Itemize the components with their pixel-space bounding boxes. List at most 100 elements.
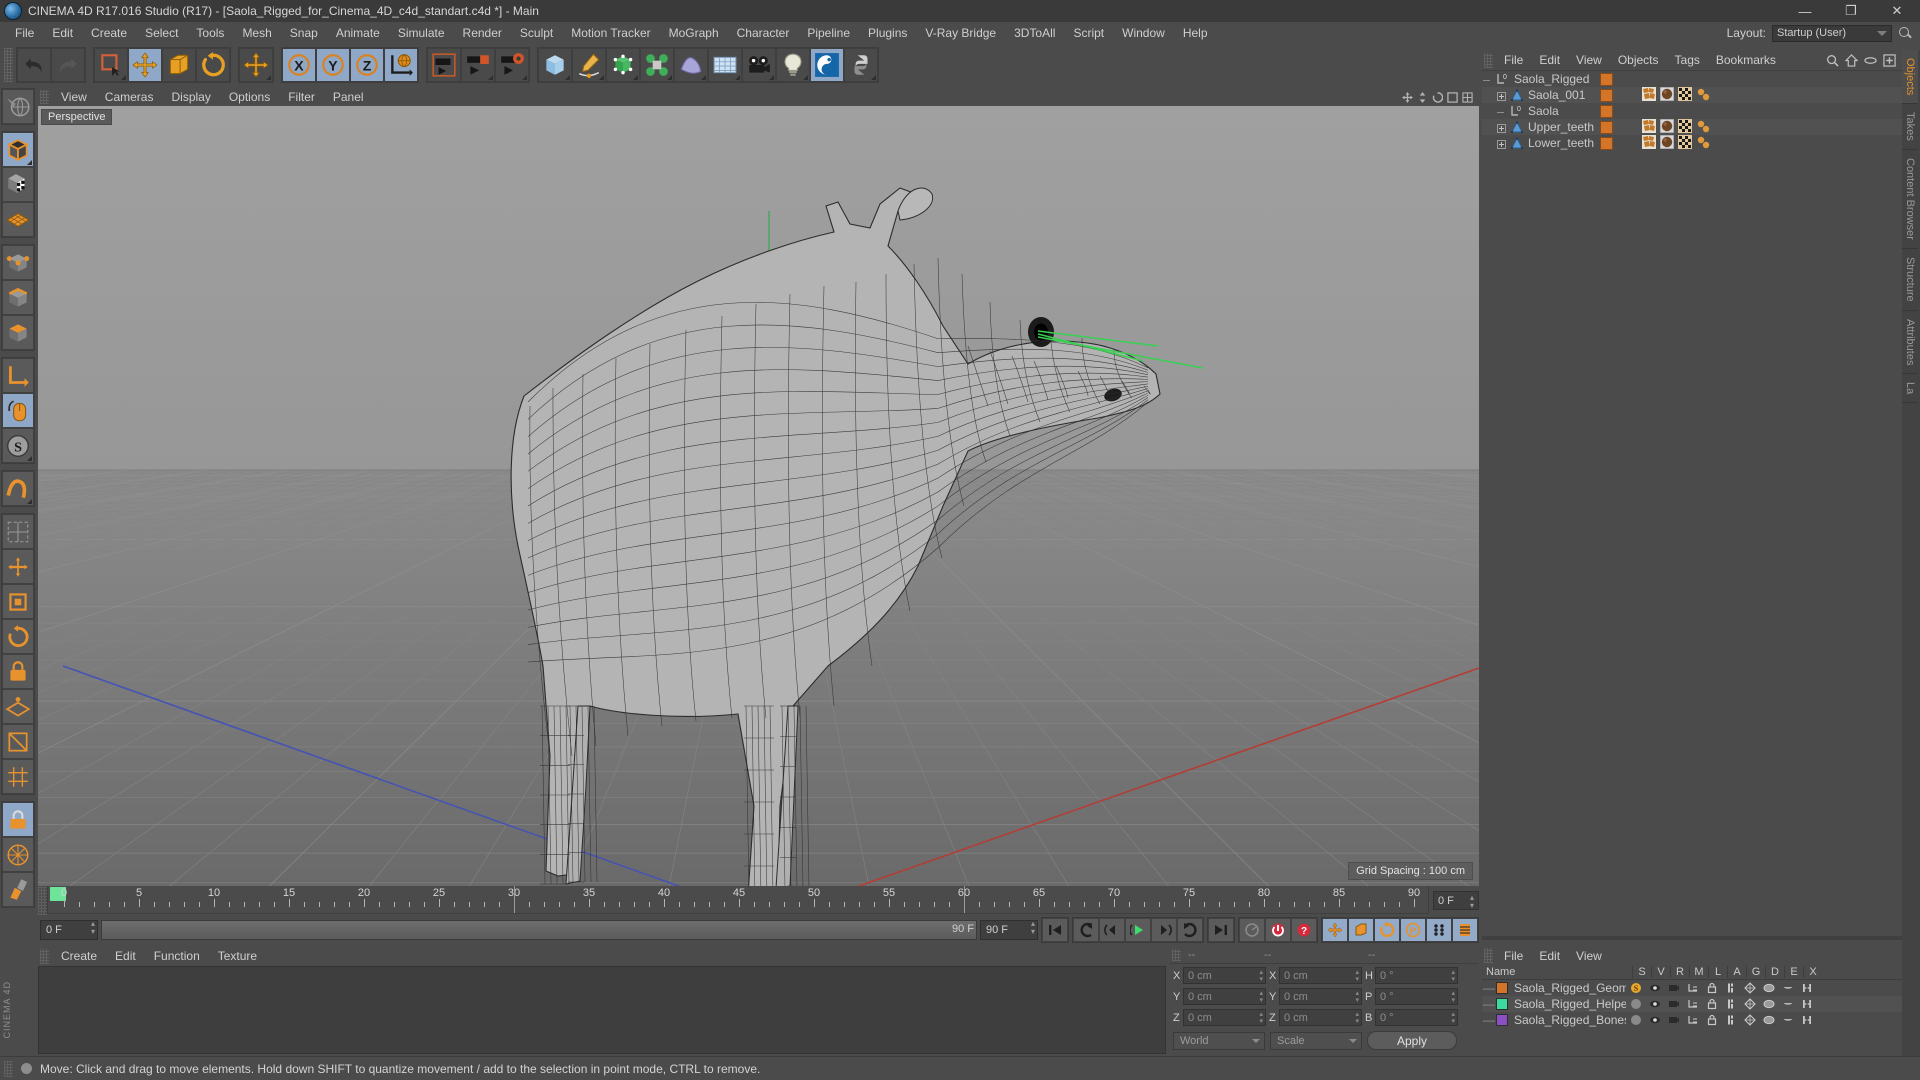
polygon-face-mode-icon[interactable] bbox=[2, 315, 34, 350]
object-manager-grip[interactable] bbox=[1484, 52, 1493, 68]
previous-frame-button[interactable] bbox=[1099, 918, 1125, 942]
layer-toggle-cell[interactable] bbox=[1721, 1014, 1740, 1026]
layer-toggle-cell[interactable] bbox=[1740, 998, 1759, 1010]
layer-color-swatch[interactable] bbox=[1496, 982, 1508, 994]
pan-view-icon[interactable] bbox=[1402, 91, 1413, 103]
layer-toggle-cell[interactable] bbox=[1778, 982, 1797, 994]
menu-edit[interactable]: Edit bbox=[43, 24, 82, 42]
undo-button[interactable] bbox=[17, 48, 51, 82]
right-tab-takes[interactable]: Takes bbox=[1902, 104, 1918, 151]
right-tab-la[interactable]: La bbox=[1902, 374, 1918, 404]
layer-toggle-cell[interactable] bbox=[1645, 1014, 1664, 1026]
polygon-mode-icon[interactable] bbox=[2, 202, 34, 237]
loop-button[interactable] bbox=[1177, 918, 1203, 942]
object-menu-bookmarks[interactable]: Bookmarks bbox=[1708, 52, 1784, 68]
panel-splitter[interactable] bbox=[1482, 936, 1902, 940]
menu-create[interactable]: Create bbox=[82, 24, 136, 42]
layer-manager-grip[interactable] bbox=[1484, 948, 1493, 963]
object-menu-file[interactable]: File bbox=[1496, 52, 1531, 68]
viewport-menu-display[interactable]: Display bbox=[162, 89, 219, 105]
viewport-menu-panel[interactable]: Panel bbox=[324, 89, 373, 105]
go-to-end-button[interactable] bbox=[1208, 918, 1234, 942]
layer-toggle-cell[interactable] bbox=[1740, 1014, 1759, 1026]
move-workplane-icon[interactable] bbox=[2, 549, 34, 584]
layer-toggle-cell[interactable] bbox=[1778, 1014, 1797, 1026]
rotate-tool-button[interactable] bbox=[196, 48, 230, 82]
material-tag-icon[interactable] bbox=[1659, 134, 1675, 152]
layer-toggle-cell[interactable] bbox=[1797, 982, 1816, 994]
snap-toggle-icon[interactable]: S bbox=[2, 428, 34, 463]
live-selection-button[interactable] bbox=[94, 48, 128, 82]
menu-snap[interactable]: Snap bbox=[281, 24, 327, 42]
model-mode-icon[interactable] bbox=[2, 132, 34, 167]
autokey-button[interactable] bbox=[1239, 918, 1265, 942]
cube-primitive-button[interactable] bbox=[538, 48, 572, 82]
render-region-button[interactable] bbox=[461, 48, 495, 82]
align-workplane-icon[interactable] bbox=[2, 724, 34, 759]
object-row[interactable]: Upper_teeth bbox=[1482, 118, 1902, 136]
points-tag-icon[interactable] bbox=[1696, 135, 1710, 152]
layout-view-icon[interactable] bbox=[1462, 91, 1473, 103]
viewport-menu-cameras[interactable]: Cameras bbox=[96, 89, 163, 105]
layer-column-l[interactable]: L bbox=[1708, 966, 1727, 978]
viewport-menu-options[interactable]: Options bbox=[220, 89, 279, 105]
right-tab-structure[interactable]: Structure bbox=[1902, 249, 1918, 311]
key-position-button[interactable] bbox=[1322, 918, 1348, 942]
zoom-view-icon[interactable] bbox=[1417, 91, 1428, 103]
object-menu-tags[interactable]: Tags bbox=[1667, 52, 1708, 68]
layer-toggle-cell[interactable] bbox=[1683, 982, 1702, 994]
object-row[interactable]: 0 Saola_Rigged bbox=[1482, 71, 1902, 87]
point-mode-icon[interactable] bbox=[2, 245, 34, 280]
layer-column-g[interactable]: G bbox=[1746, 966, 1765, 978]
right-tab-content-browser[interactable]: Content Browser bbox=[1902, 150, 1918, 249]
menu-plugins[interactable]: Plugins bbox=[859, 24, 916, 42]
layer-toggle-cell[interactable] bbox=[1759, 982, 1778, 994]
status-grip[interactable] bbox=[4, 1060, 13, 1077]
tree-expander-icon[interactable] bbox=[1497, 138, 1507, 149]
go-to-start-button[interactable] bbox=[1042, 918, 1068, 942]
materials-menu-create[interactable]: Create bbox=[52, 948, 106, 964]
layer-toggle-cell[interactable] bbox=[1740, 982, 1759, 994]
layer-toggle-cell[interactable] bbox=[1797, 998, 1816, 1010]
layer-toggle-cell[interactable] bbox=[1664, 982, 1683, 994]
scale-tool-button[interactable] bbox=[162, 48, 196, 82]
record-button[interactable] bbox=[1265, 918, 1291, 942]
points-tag-icon[interactable] bbox=[1696, 87, 1710, 104]
redo-button[interactable] bbox=[51, 48, 85, 82]
object-layer-swatch[interactable] bbox=[1600, 136, 1613, 150]
object-tree[interactable]: 0 Saola_Rigged Saola_001 0 Saola Upper_teeth L… bbox=[1482, 70, 1902, 936]
menu-file[interactable]: File bbox=[6, 24, 43, 42]
materials-menu-edit[interactable]: Edit bbox=[106, 948, 145, 964]
layer-column-e[interactable]: E bbox=[1784, 966, 1803, 978]
weight-tag-icon[interactable] bbox=[1642, 118, 1656, 136]
menu-render[interactable]: Render bbox=[454, 24, 511, 42]
ellipse-icon[interactable] bbox=[1864, 54, 1877, 67]
menu-3dtoall[interactable]: 3DToAll bbox=[1005, 24, 1064, 42]
layer-column-d[interactable]: D bbox=[1765, 966, 1784, 978]
paint-tool-icon[interactable] bbox=[2, 872, 34, 907]
object-layer-swatch[interactable] bbox=[1600, 88, 1613, 102]
edge-mode-icon[interactable] bbox=[2, 280, 34, 315]
object-row[interactable]: Saola_001 bbox=[1482, 86, 1902, 104]
nurbs-generator-button[interactable] bbox=[606, 48, 640, 82]
object-tags[interactable] bbox=[1642, 134, 1710, 152]
python-script-button[interactable] bbox=[844, 48, 878, 82]
play-button[interactable] bbox=[1125, 918, 1151, 942]
rotation-b-input[interactable]: 0 ° ▴ ▾ bbox=[1375, 1009, 1458, 1026]
object-menu-objects[interactable]: Objects bbox=[1610, 52, 1667, 68]
viewport-grip[interactable] bbox=[40, 90, 49, 104]
workplane-grid-icon[interactable] bbox=[2, 759, 34, 794]
toolbar-grip[interactable] bbox=[4, 48, 13, 82]
layer-row[interactable]: — Saola_Rigged_Bones bbox=[1482, 1012, 1902, 1028]
layer-toggle-cell[interactable] bbox=[1778, 998, 1797, 1010]
layer-menu-edit[interactable]: Edit bbox=[1531, 948, 1568, 964]
texture-mode-icon[interactable] bbox=[2, 167, 34, 202]
tree-expander-icon[interactable] bbox=[1497, 90, 1507, 101]
home-icon[interactable] bbox=[1845, 53, 1858, 67]
layer-toggle-cell[interactable] bbox=[1702, 982, 1721, 994]
object-menu-edit[interactable]: Edit bbox=[1531, 52, 1568, 68]
menu-animate[interactable]: Animate bbox=[327, 24, 389, 42]
position-x-input[interactable]: 0 cm ▴ ▾ bbox=[1183, 967, 1266, 984]
camera-button[interactable] bbox=[742, 48, 776, 82]
coordinates-grip[interactable] bbox=[1172, 948, 1181, 961]
